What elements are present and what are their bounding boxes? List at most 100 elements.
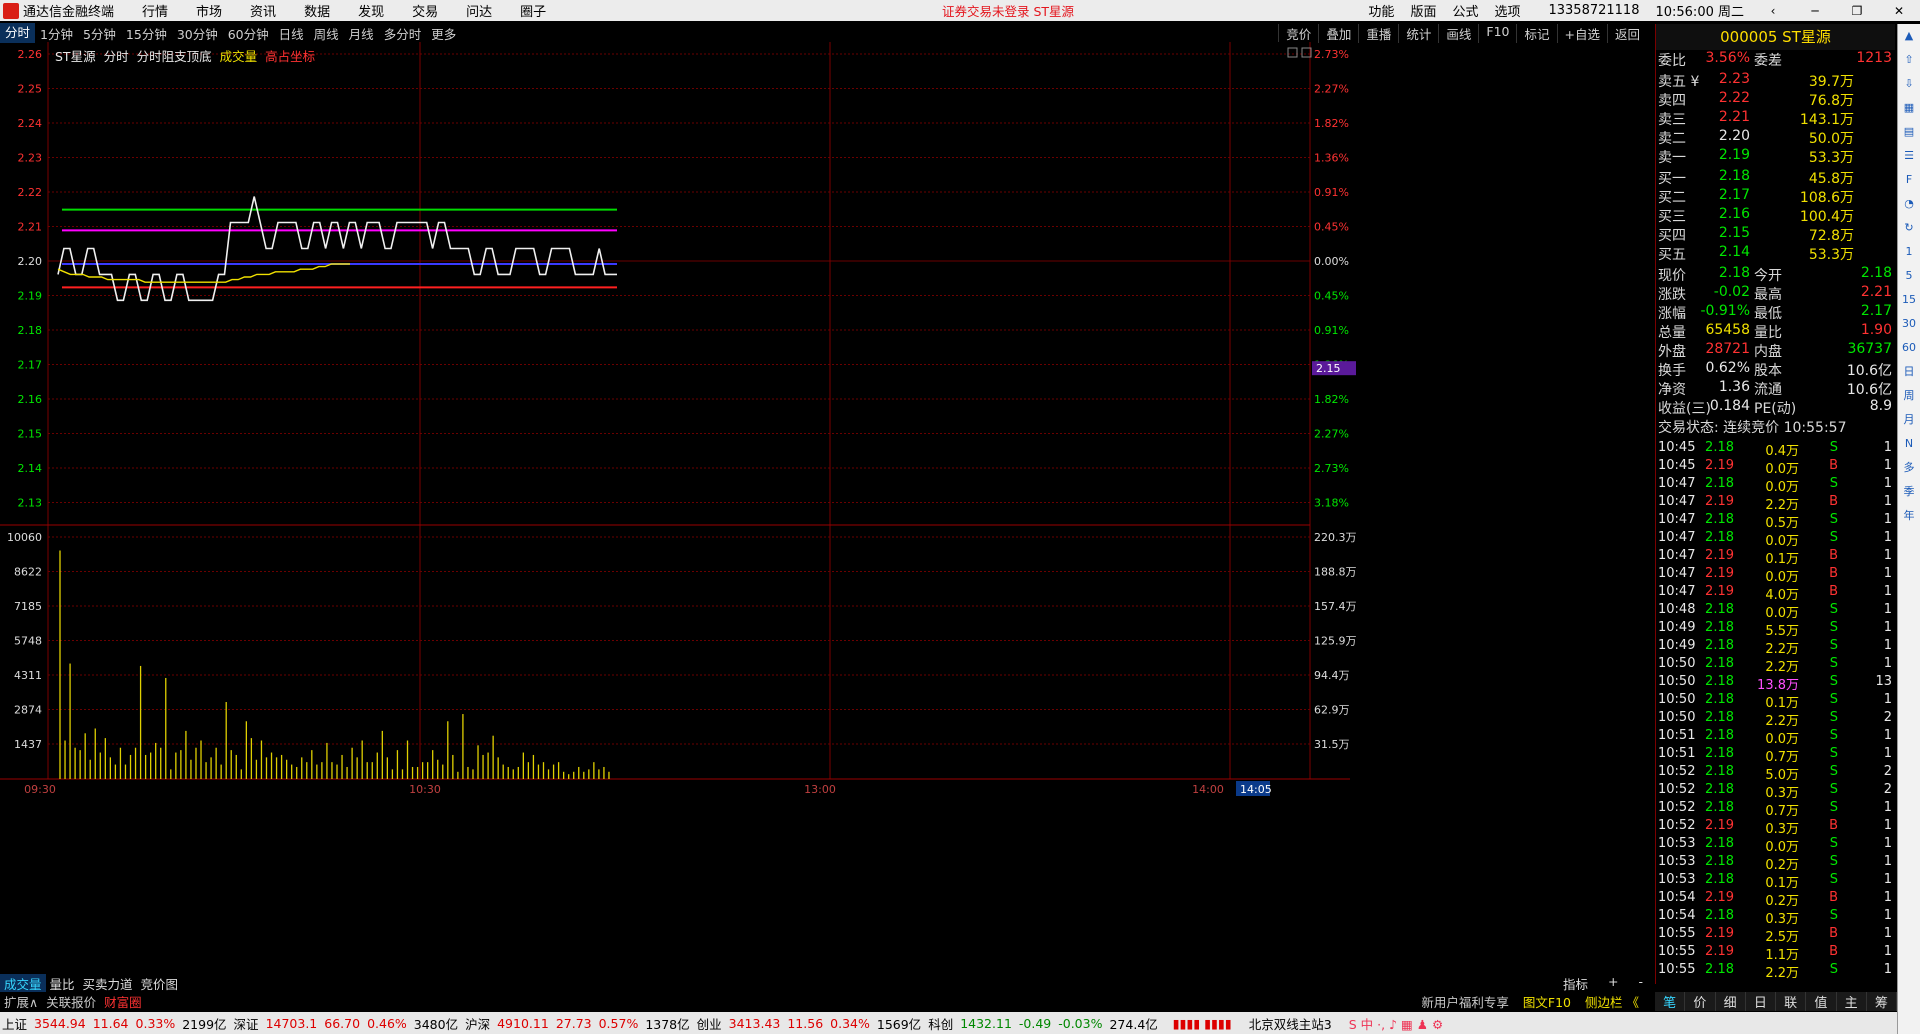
sidebar-period-season[interactable]: 季 xyxy=(1898,480,1920,504)
index-hs-name[interactable]: 沪深 xyxy=(465,1014,490,1033)
sidebar-pie-icon[interactable]: ◔ xyxy=(1898,192,1920,216)
price-tick-label: 2.15 xyxy=(18,428,43,441)
menu-item-shuju[interactable]: 数据 xyxy=(304,1,330,20)
btn-zixuan[interactable]: +自选 xyxy=(1556,23,1607,43)
tab-daily[interactable]: 日线 xyxy=(274,24,309,43)
info-zuzhi[interactable]: 分时阻支顶底 xyxy=(137,46,212,65)
sidebar-period-1[interactable]: 1 xyxy=(1898,240,1920,264)
tab-30min[interactable]: 30分钟 xyxy=(172,24,223,43)
close-icon[interactable]: ✕ xyxy=(1886,4,1912,18)
itab-volume[interactable]: 成交量 xyxy=(0,973,46,993)
menu-item-quanzi[interactable]: 圈子 xyxy=(520,1,546,20)
info-gaozhan[interactable]: 高占坐标 xyxy=(265,46,315,65)
btn-jingjia[interactable]: 竞价 xyxy=(1278,23,1318,43)
rtab-jia[interactable]: 价 xyxy=(1685,992,1716,1011)
btn-tongji[interactable]: 统计 xyxy=(1398,23,1438,43)
btn-fanhui[interactable]: 返回 xyxy=(1606,23,1647,43)
sidebar-period-15[interactable]: 15 xyxy=(1898,288,1920,312)
sidebar-f10-icon[interactable]: F xyxy=(1898,168,1920,192)
tab-1min[interactable]: 1分钟 xyxy=(35,24,78,43)
tab-multi[interactable]: 多分时 xyxy=(379,24,427,43)
sidebar-period-year[interactable]: 年 xyxy=(1898,504,1920,528)
menu-xuanxiang[interactable]: 选项 xyxy=(1494,1,1520,20)
sidebar-period-month[interactable]: 月 xyxy=(1898,408,1920,432)
index-sh-name[interactable]: 上证 xyxy=(2,1014,27,1033)
tick-time: 10:50 xyxy=(1658,656,1696,671)
rtab-chou[interactable]: 筹 xyxy=(1867,992,1897,1011)
ext-quote[interactable]: 关联报价 xyxy=(42,992,100,1011)
menu-item-shichang[interactable]: 市场 xyxy=(196,1,222,20)
sidebar-period-30[interactable]: 30 xyxy=(1898,312,1920,336)
intraday-chart[interactable]: 2.26 2.73% 2.25 2.27% 2.24 1.82% 2.23 1.36% 2.22… xyxy=(0,42,1655,974)
btn-diejia[interactable]: 叠加 xyxy=(1318,23,1358,43)
back-icon[interactable]: ‹ xyxy=(1760,4,1786,18)
tick-price: 2.19 xyxy=(1705,548,1734,563)
rtab-xi[interactable]: 细 xyxy=(1716,992,1746,1011)
tick-row: 10:52 2.18 5.0万 S 2 xyxy=(1658,764,1894,783)
sidebar-period-week[interactable]: 周 xyxy=(1898,384,1920,408)
sidebar-refresh-icon[interactable]: ↻ xyxy=(1898,216,1920,240)
f10-link[interactable]: 图文F10 xyxy=(1519,992,1575,1011)
tab-5min[interactable]: 5分钟 xyxy=(78,24,121,43)
sidebar-chart-icon[interactable]: ▤ xyxy=(1898,120,1920,144)
sidebar-grid-icon[interactable]: ▦ xyxy=(1898,96,1920,120)
btn-huaxian[interactable]: 画线 xyxy=(1438,23,1478,43)
menu-item-zixun[interactable]: 资讯 xyxy=(250,1,276,20)
rtab-zhi[interactable]: 值 xyxy=(1806,992,1837,1011)
index-cy-name[interactable]: 创业 xyxy=(697,1014,722,1033)
itab-liangbi[interactable]: 量比 xyxy=(46,974,79,993)
btn-biaoji[interactable]: 标记 xyxy=(1516,23,1556,43)
menu-gongshi[interactable]: 公式 xyxy=(1452,1,1478,20)
sidebar-period-5[interactable]: 5 xyxy=(1898,264,1920,288)
stat-row: 外盘 28721 内盘 36737 xyxy=(1658,341,1894,360)
ime-icon[interactable]: S 中 ·, ♪ ▦ ♟ ⚙ xyxy=(1349,1014,1443,1033)
menu-gongneng[interactable]: 功能 xyxy=(1368,1,1394,20)
tab-monthly[interactable]: 月线 xyxy=(344,24,379,43)
btn-f10[interactable]: F10 xyxy=(1478,23,1516,43)
menu-item-hangqing[interactable]: 行情 xyxy=(142,1,168,20)
btn-chongbo[interactable]: 重播 xyxy=(1358,23,1398,43)
menu-item-jiaoyi[interactable]: 交易 xyxy=(412,1,438,20)
phone-number[interactable]: 13358721118 xyxy=(1548,3,1639,18)
zoom-in-button[interactable]: + xyxy=(1604,974,1622,993)
ext-caifu[interactable]: 财富圈 xyxy=(100,992,146,1011)
tab-weekly[interactable]: 周线 xyxy=(309,24,344,43)
login-notice[interactable]: 证券交易未登录 ST星源 xyxy=(942,1,1074,20)
menu-item-wenda[interactable]: 问达 xyxy=(466,1,492,20)
menu-item-faxian[interactable]: 发现 xyxy=(358,1,384,20)
rtab-ri[interactable]: 日 xyxy=(1746,992,1776,1011)
sidebar-list-icon[interactable]: ☰ xyxy=(1898,144,1920,168)
tick-price: 2.19 xyxy=(1705,566,1734,581)
tab-60min[interactable]: 60分钟 xyxy=(223,24,274,43)
indicator-button[interactable]: 指标 xyxy=(1559,974,1592,993)
index-kc-name[interactable]: 科创 xyxy=(928,1014,953,1033)
menu-banmian[interactable]: 版面 xyxy=(1410,1,1436,20)
zoom-out-button[interactable]: - xyxy=(1634,974,1647,993)
tick-list[interactable]: 10:45 2.18 0.4万 S 1 10:45 2.19 0.0万 B 1 10:47 2.18 0… xyxy=(1658,440,1894,981)
bid-label: 买二 xyxy=(1658,190,1686,206)
info-fenshi[interactable]: 分时 xyxy=(104,46,129,65)
promo-link[interactable]: 新用户福利专享 xyxy=(1417,992,1513,1011)
sidebar-toggle[interactable]: 侧边栏 《 xyxy=(1581,992,1643,1011)
tab-15min[interactable]: 15分钟 xyxy=(121,24,172,43)
itab-jingjia[interactable]: 竞价图 xyxy=(137,974,183,993)
sidebar-down-icon[interactable]: ⇩ xyxy=(1898,72,1920,96)
rtab-bi[interactable]: 笔 xyxy=(1655,992,1686,1011)
minimize-icon[interactable]: ─ xyxy=(1802,4,1828,18)
rtab-lian[interactable]: 联 xyxy=(1776,992,1807,1011)
sidebar-period-60[interactable]: 60 xyxy=(1898,336,1920,360)
info-volume[interactable]: 成交量 xyxy=(220,46,258,65)
tab-more[interactable]: 更多 xyxy=(426,24,461,43)
tab-fenshi[interactable]: 分时 xyxy=(0,23,36,43)
ext-toggle[interactable]: 扩展∧ xyxy=(0,992,42,1011)
sidebar-up2-icon[interactable]: ⇧ xyxy=(1898,48,1920,72)
server-name[interactable]: 北京双线主站3 xyxy=(1249,1014,1332,1033)
index-sz-name[interactable]: 深证 xyxy=(234,1014,259,1033)
rtab-zhu[interactable]: 主 xyxy=(1837,992,1867,1011)
sidebar-period-n[interactable]: N xyxy=(1898,432,1920,456)
sidebar-period-day[interactable]: 日 xyxy=(1898,360,1920,384)
sidebar-up-icon[interactable]: ▲ xyxy=(1898,24,1920,48)
maximize-icon[interactable]: ❐ xyxy=(1844,4,1870,18)
sidebar-period-multi[interactable]: 多 xyxy=(1898,456,1920,480)
itab-maimai[interactable]: 买卖力道 xyxy=(79,974,137,993)
